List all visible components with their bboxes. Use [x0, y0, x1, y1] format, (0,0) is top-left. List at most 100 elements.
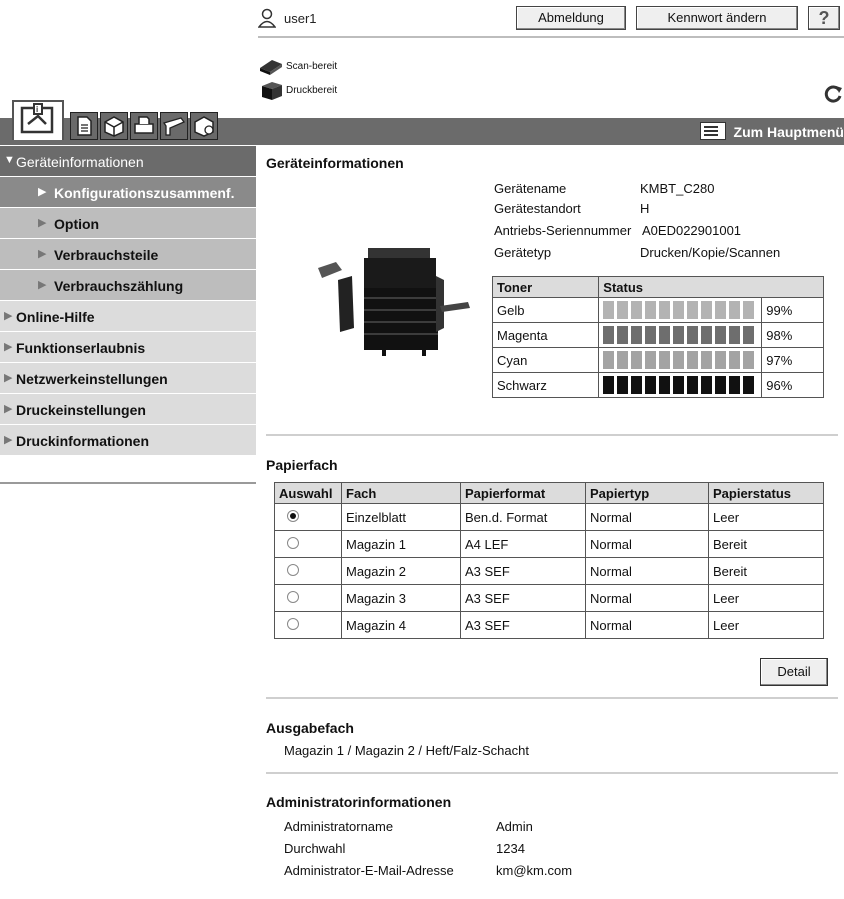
main-menu-link[interactable]: Zum Hauptmenü	[699, 122, 844, 140]
fax-icon	[162, 117, 186, 136]
paper-tray-table: Auswahl Fach Papierformat Papiertyp Papi…	[274, 482, 824, 639]
expanded-arrow-icon: ▼	[4, 154, 15, 166]
paper-type: Normal	[585, 611, 709, 639]
tray-select-radio[interactable]	[287, 536, 299, 549]
table-row: Magazin 4 A3 SEF Normal Leer	[274, 611, 824, 639]
paper-type: Normal	[585, 503, 709, 531]
toner-level-segment	[631, 351, 643, 369]
tray-name: Magazin 4	[341, 611, 461, 639]
sidebar-item-option[interactable]: ▶ Option	[0, 208, 256, 239]
toner-level-segment	[729, 351, 741, 369]
toner-level-segment	[645, 301, 657, 319]
tray-select-radio[interactable]	[287, 590, 299, 603]
toner-level-segment	[617, 376, 629, 394]
paper-type: Normal	[585, 530, 709, 558]
toner-level-segment	[715, 326, 727, 344]
paper-status: Bereit	[708, 557, 824, 585]
sidebar-item-online-help[interactable]: ▶ Online-Hilfe	[0, 301, 256, 332]
device-location-label: Gerätestandort	[494, 201, 581, 216]
network-box-icon	[194, 116, 214, 137]
tab-network[interactable]	[190, 112, 218, 140]
device-name-value: KMBT_C280	[640, 181, 715, 196]
status-header: Status	[598, 276, 824, 298]
toner-level-segment	[743, 351, 755, 369]
tray-name: Magazin 2	[341, 557, 461, 585]
help-button[interactable]: ?	[808, 6, 840, 30]
section-divider	[266, 434, 838, 436]
sidebar-item-network-settings[interactable]: ▶ Netzwerkeinstellungen	[0, 363, 256, 394]
admin-info-title: Administratorinformationen	[266, 794, 452, 810]
tab-job[interactable]	[70, 112, 98, 140]
toner-level-segment	[687, 301, 699, 319]
tray-name: Einzelblatt	[341, 503, 461, 531]
toner-level-segment	[673, 376, 685, 394]
refresh-icon[interactable]	[824, 84, 844, 104]
toner-level-segment	[687, 351, 699, 369]
sidebar-item-device-info[interactable]: ▼ Geräteinformationen	[0, 146, 256, 177]
tab-box[interactable]	[100, 112, 128, 140]
user-bar-divider	[258, 36, 844, 38]
paper-type: Normal	[585, 557, 709, 585]
tray-select-radio[interactable]	[287, 617, 299, 630]
sidebar-item-consumables[interactable]: ▶ Verbrauchsteile	[0, 239, 256, 270]
box-icon	[104, 116, 124, 137]
toner-name: Gelb	[491, 297, 600, 323]
sidebar-item-print-settings[interactable]: ▶ Druckeinstellungen	[0, 394, 256, 425]
toner-level-segment	[687, 376, 699, 394]
print-icon	[134, 116, 154, 134]
device-location-value: H	[640, 201, 650, 216]
toner-level-segment	[701, 301, 713, 319]
copier-image	[318, 248, 470, 356]
toner-level-segment	[743, 326, 755, 344]
paper-type: Normal	[585, 584, 709, 612]
mode-tabs: i	[0, 100, 258, 144]
toner-level-segment	[617, 351, 629, 369]
detail-button[interactable]: Detail	[760, 658, 828, 686]
scanner-icon	[260, 60, 282, 75]
tab-device-info[interactable]: i	[12, 100, 64, 140]
toner-level-bar	[598, 322, 763, 348]
toner-level-segment	[687, 326, 699, 344]
sidebar-item-counter[interactable]: ▶ Verbrauchszählung	[0, 270, 256, 301]
toner-level-segment	[645, 351, 657, 369]
toner-level-segment	[743, 301, 755, 319]
sidebar-item-print-info[interactable]: ▶ Druckinformationen	[0, 425, 256, 456]
toner-level-segment	[659, 351, 671, 369]
admin-email-value: km@km.com	[496, 863, 573, 878]
toner-row: Magenta 98%	[491, 322, 824, 348]
column-header: Papierformat	[460, 482, 586, 504]
user-icon	[258, 8, 276, 28]
toner-level-bar	[598, 297, 763, 323]
main-menu-label: Zum Hauptmenü	[733, 124, 844, 140]
toner-level-segment	[603, 326, 615, 344]
serial-number-value: A0ED022901001	[642, 223, 742, 238]
toner-row: Gelb 99%	[491, 297, 824, 323]
change-password-button[interactable]: Kennwort ändern	[636, 6, 798, 30]
toner-level-segment	[701, 326, 713, 344]
paper-format: A4 LEF	[460, 530, 586, 558]
tab-store-address[interactable]	[160, 112, 188, 140]
table-row: Magazin 1 A4 LEF Normal Bereit	[274, 530, 824, 558]
device-info-title: Geräteinformationen	[266, 155, 404, 171]
paper-format: Ben.d. Format	[460, 503, 586, 531]
paper-format: A3 SEF	[460, 557, 586, 585]
paper-format: A3 SEF	[460, 611, 586, 639]
paper-tray-title: Papierfach	[266, 457, 338, 473]
toner-name: Schwarz	[491, 372, 600, 398]
user-bar: user1 Abmeldung Kennwort ändern ?	[258, 6, 844, 38]
tray-select-radio[interactable]	[287, 509, 299, 522]
svg-text:i: i	[36, 105, 38, 114]
section-divider	[266, 697, 838, 699]
toner-level-segment	[617, 301, 629, 319]
toner-level-segment	[603, 376, 615, 394]
tab-print[interactable]	[130, 112, 158, 140]
toner-level-segment	[729, 326, 741, 344]
toner-level-segment	[631, 301, 643, 319]
tray-select-radio[interactable]	[287, 563, 299, 576]
sidebar-nav: ▼ Geräteinformationen ▶ Konfigurationszu…	[0, 146, 256, 456]
logout-button[interactable]: Abmeldung	[516, 6, 626, 30]
toner-table: Toner Status Gelb 99% Magenta 98% Cyan 97% Sch…	[491, 276, 824, 398]
sidebar-item-configuration-summary[interactable]: ▶ Konfigurationszusammenf.	[0, 177, 256, 208]
sidebar-item-function-permission[interactable]: ▶ Funktionserlaubnis	[0, 332, 256, 363]
device-type-value: Drucken/Kopie/Scannen	[640, 245, 781, 260]
